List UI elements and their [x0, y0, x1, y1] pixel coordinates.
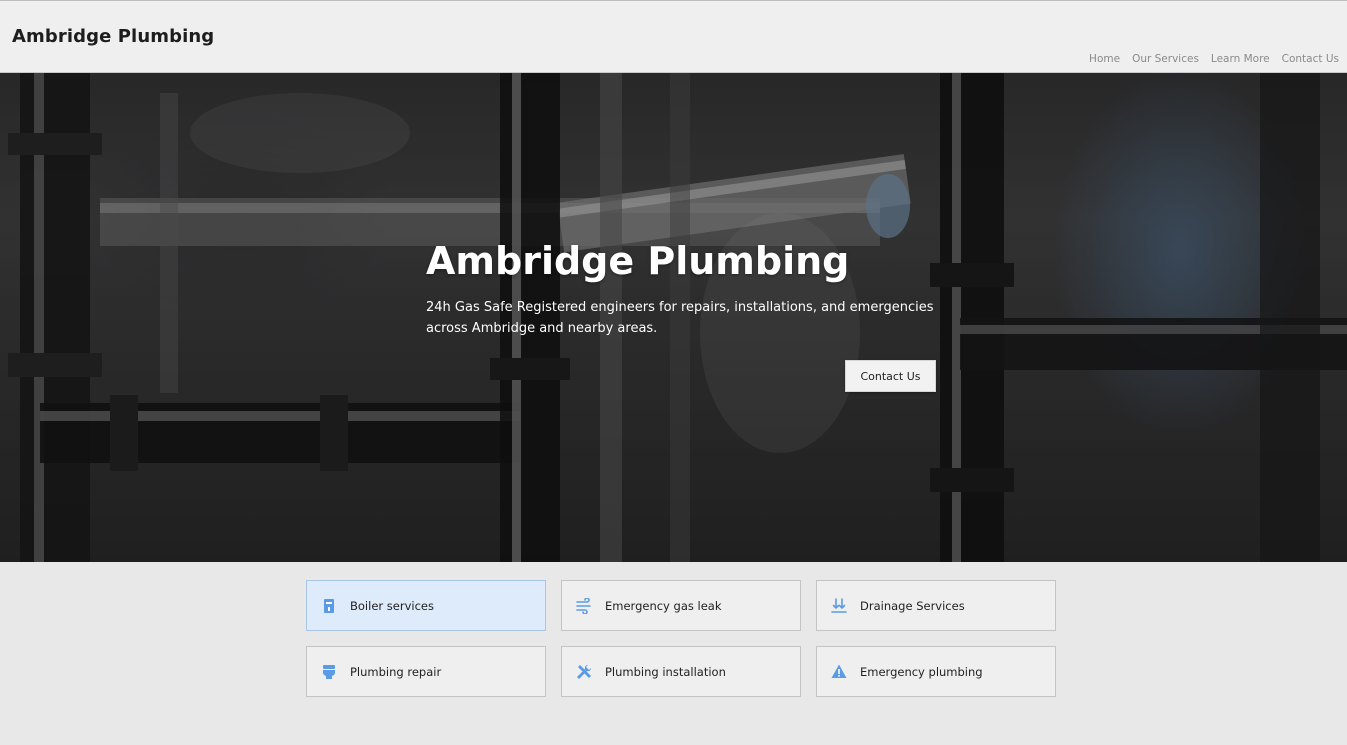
drain-arrows-icon: [831, 597, 847, 614]
site-header: Ambridge Plumbing Home Our Services Lear…: [0, 0, 1347, 73]
service-label: Drainage Services: [860, 598, 965, 613]
hero-section: Ambridge Plumbing 24h Gas Safe Registere…: [0, 73, 1347, 562]
boiler-icon: [321, 598, 337, 614]
service-label: Plumbing installation: [605, 664, 726, 679]
tools-icon: [576, 664, 592, 680]
nav-home[interactable]: Home: [1089, 53, 1120, 65]
service-label: Boiler services: [350, 598, 434, 613]
service-label: Plumbing repair: [350, 664, 442, 679]
nav-learn-more[interactable]: Learn More: [1211, 53, 1270, 65]
brand-title[interactable]: Ambridge Plumbing: [12, 26, 214, 47]
nav-contact-us[interactable]: Contact Us: [1282, 53, 1339, 65]
service-card-drainage[interactable]: Drainage Services: [816, 580, 1056, 631]
gas-flow-icon: [576, 597, 592, 614]
warning-icon: [831, 664, 847, 680]
contact-us-button[interactable]: Contact Us: [845, 360, 936, 392]
toilet-icon: [321, 664, 337, 680]
service-card-plumbing-installation[interactable]: Plumbing installation: [561, 646, 801, 697]
service-card-boiler[interactable]: Boiler services: [306, 580, 546, 631]
nav-our-services[interactable]: Our Services: [1132, 53, 1199, 65]
services-grid: Boiler services Emergency gas leak Drain…: [306, 580, 1056, 697]
hero-title: Ambridge Plumbing: [426, 239, 850, 283]
service-card-emergency-gas-leak[interactable]: Emergency gas leak: [561, 580, 801, 631]
service-card-plumbing-repair[interactable]: Plumbing repair: [306, 646, 546, 697]
service-label: Emergency gas leak: [605, 598, 722, 613]
service-label: Emergency plumbing: [860, 664, 983, 679]
hero-subtitle: 24h Gas Safe Registered engineers for re…: [426, 300, 934, 336]
main-nav: Home Our Services Learn More Contact Us: [1077, 53, 1339, 65]
page: Ambridge Plumbing Home Our Services Lear…: [0, 0, 1347, 745]
service-card-emergency-plumbing[interactable]: Emergency plumbing: [816, 646, 1056, 697]
